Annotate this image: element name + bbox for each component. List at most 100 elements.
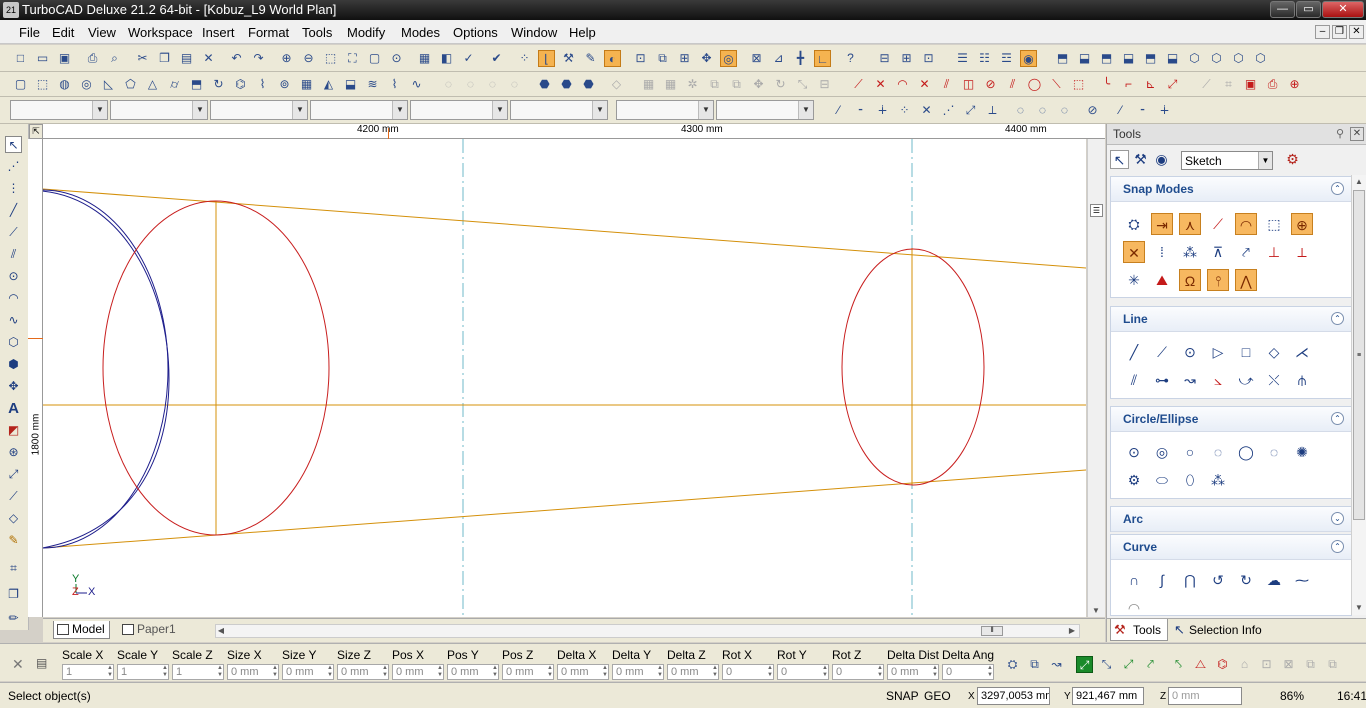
geo-toggle[interactable]: GEO bbox=[924, 689, 951, 703]
snap-center-panel-icon[interactable]: ✳ bbox=[1123, 269, 1145, 291]
point-2-icon[interactable]: ⋮ bbox=[5, 180, 22, 197]
rectangle-icon[interactable]: □ bbox=[1235, 341, 1257, 363]
inspector-tool-5-icon[interactable]: ⤢ bbox=[1120, 656, 1137, 673]
collapse-chevron-icon[interactable]: ⌃ bbox=[1331, 540, 1344, 553]
help-pointer-icon[interactable]: ? bbox=[842, 50, 859, 67]
array-icon[interactable]: ▦ bbox=[640, 76, 657, 93]
menu-view[interactable]: View bbox=[88, 25, 116, 40]
snap-vertex-icon[interactable]: ⁄ bbox=[830, 102, 847, 119]
extrude-icon[interactable]: ⬒ bbox=[188, 76, 205, 93]
fork-line-icon[interactable]: ⫛ bbox=[1291, 369, 1313, 391]
menu-tools[interactable]: Tools bbox=[302, 25, 332, 40]
tab-selection-info[interactable]: ↖ Selection Info bbox=[1171, 619, 1281, 641]
measure-icon[interactable]: ⊿ bbox=[770, 50, 787, 67]
workplane-icon[interactable]: ⧉ bbox=[654, 50, 671, 67]
curve-header[interactable]: Curve ⌃ bbox=[1111, 535, 1351, 560]
snap-drawing-aid-panel-icon[interactable]: ⁂ bbox=[1179, 241, 1201, 263]
layer-up-icon[interactable]: ☷ bbox=[976, 50, 993, 67]
collapse-chevron-icon[interactable]: ⌃ bbox=[1331, 312, 1344, 325]
align-3d-icon[interactable]: ⊟ bbox=[816, 76, 833, 93]
pin-icon[interactable]: ⚲ bbox=[1333, 127, 1347, 141]
boolean-add-icon[interactable]: ◌ bbox=[440, 76, 457, 93]
snap-modes-header[interactable]: Snap Modes ⌃ bbox=[1111, 177, 1351, 202]
pen-width-combo[interactable]: ▼ bbox=[310, 100, 408, 120]
snap-grid-icon[interactable]: ╋ bbox=[792, 50, 809, 67]
snap-none-icon[interactable]: ⊘ bbox=[1084, 102, 1101, 119]
line-circle-icon[interactable]: ⊙ bbox=[1179, 341, 1201, 363]
wall-icon[interactable]: ⬓ bbox=[342, 76, 359, 93]
group-icon[interactable]: ⊡ bbox=[920, 50, 937, 67]
inspector-tool-2-icon[interactable]: ⧉ bbox=[1026, 656, 1043, 673]
bezier-2-icon[interactable]: ⋂ bbox=[1179, 569, 1201, 591]
snap-align-v-icon[interactable]: ⋀ bbox=[1235, 269, 1257, 291]
canvas-horizontal-scrollbar[interactable]: ◀ ⦀ ▶ bbox=[215, 624, 1080, 638]
spinner-icon[interactable]: ▲ ▼ bbox=[986, 665, 994, 679]
point-icon[interactable]: ⋰ bbox=[5, 158, 22, 175]
menu-modify[interactable]: Modify bbox=[347, 25, 385, 40]
view-top-icon[interactable]: ⬒ bbox=[1142, 50, 1159, 67]
tab-paper1[interactable]: Paper1 bbox=[119, 621, 180, 639]
layer-active-icon[interactable]: ◉ bbox=[1020, 50, 1037, 67]
inspector-tool-10-icon[interactable]: ⌂ bbox=[1236, 656, 1253, 673]
palette-icon[interactable]: ◧ bbox=[438, 50, 455, 67]
bisector-line-icon[interactable]: ⦣ bbox=[1207, 369, 1229, 391]
view-left-icon[interactable]: ⬒ bbox=[1098, 50, 1115, 67]
snap-circle-icon[interactable]: ◌ bbox=[1012, 102, 1029, 119]
layer-down-icon[interactable]: ☲ bbox=[998, 50, 1015, 67]
edit-tool-icon[interactable]: ⟍ bbox=[1048, 76, 1065, 93]
menu-insert[interactable]: Insert bbox=[202, 25, 235, 40]
cube-icon[interactable]: ⬚ bbox=[34, 76, 51, 93]
boolean-slice-icon[interactable]: ◌ bbox=[506, 76, 523, 93]
hatch-icon[interactable]: ⟋ bbox=[1198, 76, 1215, 93]
snap-photo-icon[interactable]: ⛰ bbox=[1151, 269, 1173, 291]
snap-tangent-panel-icon[interactable]: ⤤ bbox=[1235, 241, 1257, 263]
view-back-icon[interactable]: ⬓ bbox=[1076, 50, 1093, 67]
circle-ellipse-header[interactable]: Circle/Ellipse ⌃ bbox=[1111, 407, 1351, 432]
material-combo[interactable]: ▼ bbox=[616, 100, 714, 120]
new-file-icon[interactable]: □ bbox=[12, 50, 29, 67]
cut-icon[interactable]: ✂ bbox=[134, 50, 151, 67]
copy-left-icon[interactable]: ❐ bbox=[5, 586, 22, 603]
rotated-ellipse-icon[interactable]: ⬯ bbox=[1179, 469, 1201, 491]
polyline-icon[interactable]: ⟋ bbox=[1151, 341, 1173, 363]
circle-tangent-icon[interactable]: ◯ bbox=[1235, 441, 1257, 463]
wedge-icon[interactable]: ◺ bbox=[100, 76, 117, 93]
multi-line-icon[interactable]: ⟋ bbox=[5, 224, 22, 241]
circle-tangent-3-icon[interactable]: ✺ bbox=[1291, 441, 1313, 463]
inspector-tool-11-icon[interactable]: ⊡ bbox=[1258, 656, 1275, 673]
spinner-icon[interactable]: ▲ ▼ bbox=[711, 665, 719, 679]
copy-array-icon[interactable]: ⧉ bbox=[728, 76, 745, 93]
open-folder-icon[interactable]: ▭ bbox=[34, 50, 51, 67]
torus-icon[interactable]: ◎ bbox=[78, 76, 95, 93]
copy-icon[interactable]: ❐ bbox=[156, 50, 173, 67]
parallel-icon[interactable]: ⫽ bbox=[1004, 76, 1021, 93]
snap-nearest-panel-icon[interactable]: ⟋ bbox=[1207, 213, 1229, 235]
delete-icon[interactable]: ✕ bbox=[200, 50, 217, 67]
break-icon[interactable]: ◠ bbox=[894, 76, 911, 93]
layer-stack-icon[interactable]: ☰ bbox=[954, 50, 971, 67]
spinner-icon[interactable]: ▲ ▼ bbox=[381, 665, 389, 679]
view-bottom-icon[interactable]: ⬓ bbox=[1164, 50, 1181, 67]
snap-tangent-icon[interactable]: ⤢ bbox=[962, 102, 979, 119]
distribute-icon[interactable]: ⊞ bbox=[898, 50, 915, 67]
mdi-restore-button[interactable]: ❐ bbox=[1332, 25, 1347, 39]
angled-line-icon[interactable]: ⋌ bbox=[1291, 341, 1313, 363]
shade-icon[interactable]: ◎ bbox=[720, 50, 737, 67]
tools-palette-scrollbar[interactable]: ▲ ≡ ▼ bbox=[1351, 175, 1366, 615]
menu-help[interactable]: Help bbox=[569, 25, 596, 40]
tab-tools[interactable]: ⚒ Tools bbox=[1110, 619, 1168, 641]
view-iso-se-icon[interactable]: ⬡ bbox=[1186, 50, 1203, 67]
layers-icon[interactable]: ▦ bbox=[416, 50, 433, 67]
collapse-chevron-icon[interactable]: ⌃ bbox=[1331, 412, 1344, 425]
prism-icon[interactable]: ⬠ bbox=[122, 76, 139, 93]
menu-file[interactable]: File bbox=[19, 25, 40, 40]
color-combo[interactable]: ▼ bbox=[110, 100, 208, 120]
snap-middle-panel-icon[interactable]: ⋏ bbox=[1179, 213, 1201, 235]
snap-3d-icon[interactable]: ⬚ bbox=[1263, 213, 1285, 235]
circle-tangent-2-icon[interactable]: ◌ bbox=[1263, 441, 1285, 463]
spinner-icon[interactable]: ▲ ▼ bbox=[106, 665, 114, 679]
eraser-icon[interactable]: ◇ bbox=[608, 76, 625, 93]
paste-icon[interactable]: ▤ bbox=[178, 50, 195, 67]
crop-icon[interactable]: ⌗ bbox=[5, 560, 22, 577]
stretch-icon[interactable]: ◯ bbox=[1026, 76, 1043, 93]
